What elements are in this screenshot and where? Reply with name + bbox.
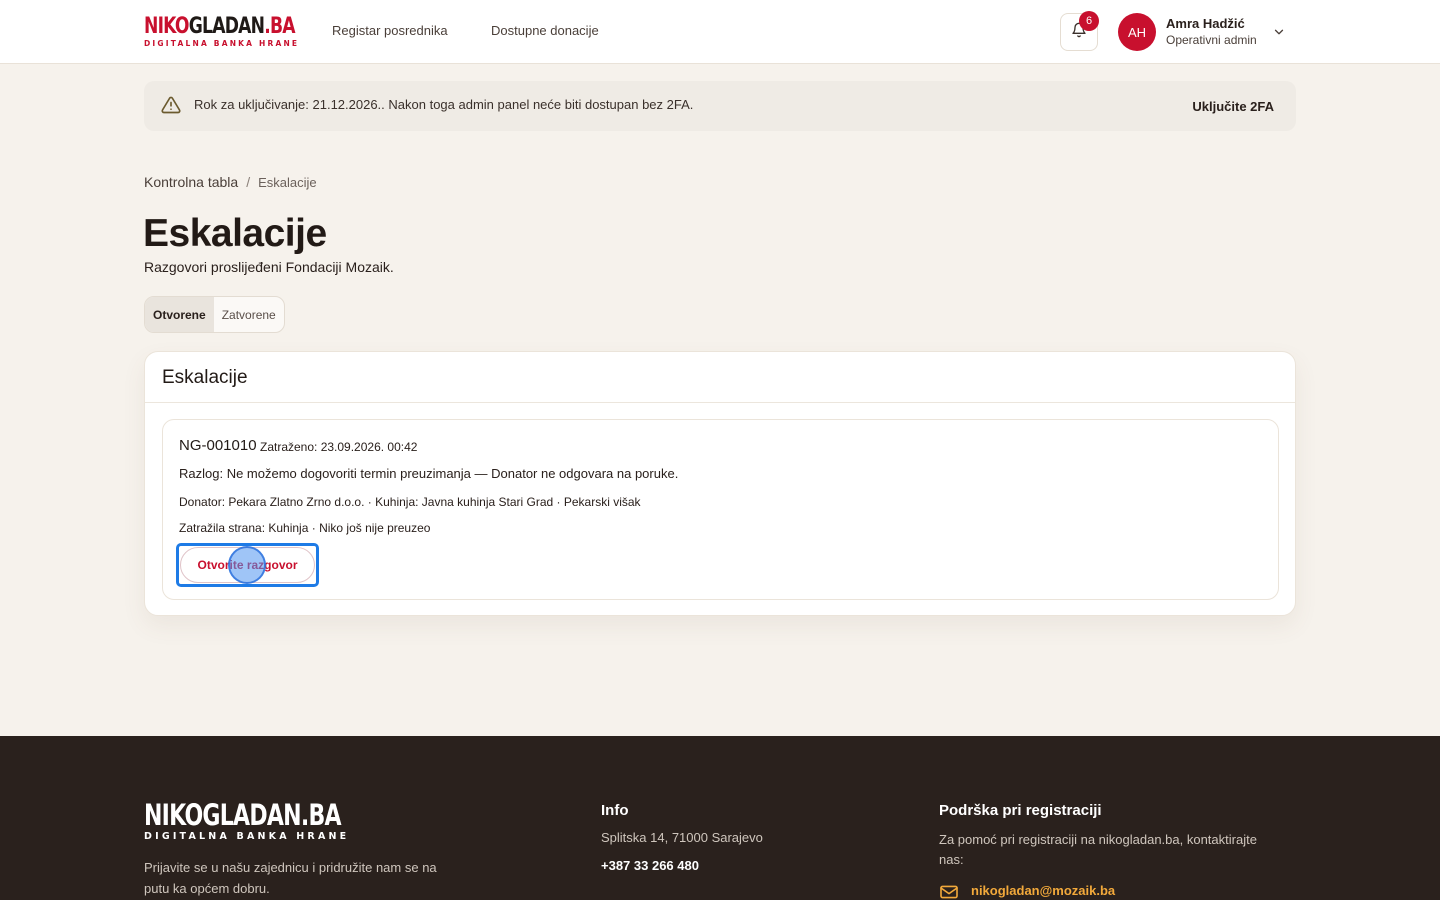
breadcrumb-separator: / — [246, 174, 251, 190]
page-subtitle: Razgovori proslijeđeni Fondaciji Mozaik. — [144, 259, 394, 275]
warning-icon — [161, 95, 181, 120]
footer-support-text: Za pomoć pri registraciji na nikogladan.… — [939, 832, 1257, 867]
avatar[interactable]: AH — [1118, 13, 1156, 51]
footer-phone[interactable]: +387 33 266 480 — [601, 858, 699, 873]
alert-message: Rok za uključivanje: 21.12.2026.. Nakon … — [194, 97, 694, 112]
logo-tagline: DIGITALNA BANKA HRANE — [144, 39, 300, 48]
breadcrumb-current: Eskalacije — [258, 175, 317, 190]
escalation-item: NG-001010 Zatraženo: 23.09.2026. 00:42 R… — [162, 419, 1279, 600]
footer-description: Prijavite se u našu zajednicu i pridruži… — [144, 860, 437, 896]
nav-link-registar-posrednika[interactable]: Registar posrednika — [332, 23, 448, 38]
breadcrumb-dashboard-link[interactable]: Kontrolna tabla — [144, 174, 238, 190]
escalation-donor-kitchen: Donator: Pekara Zlatno Zrno d.o.o. · Kuh… — [179, 495, 641, 509]
escalation-reason: Razlog: Ne možemo dogovoriti termin preu… — [179, 466, 679, 481]
escalations-card: Eskalacije NG-001010 Zatraženo: 23.09.20… — [144, 351, 1296, 616]
notification-count-badge: 6 — [1079, 11, 1099, 31]
breadcrumb: Kontrolna tabla / Eskalacije — [144, 174, 317, 190]
escalation-requesting-party: Zatražila strana: Kuhinja · Niko još nij… — [179, 521, 431, 535]
footer-logo[interactable]: NIKOGLADAN.BA DIGITALNA BANKA HRANE — [144, 800, 403, 842]
notifications-button[interactable]: 6 — [1060, 11, 1099, 51]
tab-zatvorene[interactable]: Zatvorene — [214, 297, 284, 332]
card-title: Eskalacije — [162, 367, 248, 388]
user-role: Operativni admin — [1166, 33, 1257, 47]
footer-logo-tagline: DIGITALNA BANKA HRANE — [144, 831, 350, 842]
status-tabs: Otvorene Zatvorene — [144, 296, 285, 333]
footer-support-heading: Podrška pri registraciji — [939, 802, 1102, 819]
twofa-deadline-alert: Rok za uključivanje: 21.12.2026.. Nakon … — [144, 81, 1296, 131]
footer-address: Splitska 14, 71000 Sarajevo — [601, 830, 763, 845]
enable-2fa-link[interactable]: Uključite 2FA — [1192, 99, 1274, 114]
footer-logo-wordmark: NIKOGLADAN.BA — [144, 798, 342, 832]
top-header: NIKOGLADAN.BA DIGITALNA BANKA HRANE Regi… — [0, 0, 1440, 64]
page-title: Eskalacije — [143, 212, 327, 255]
site-logo[interactable]: NIKOGLADAN.BA DIGITALNA BANKA HRANE — [144, 14, 337, 49]
footer-email-link[interactable]: nikogladan@mozaik.ba — [971, 883, 1115, 898]
mail-icon — [939, 884, 959, 900]
tab-otvorene[interactable]: Otvorene — [145, 297, 214, 332]
open-conversation-button[interactable]: Otvorite razgovor — [180, 547, 315, 583]
divider — [145, 402, 1295, 403]
user-name: Amra Hadžić — [1166, 16, 1245, 31]
footer-info-heading: Info — [601, 802, 629, 819]
nav-link-dostupne-donacije[interactable]: Dostupne donacije — [491, 23, 599, 38]
site-footer: NIKOGLADAN.BA DIGITALNA BANKA HRANE Prij… — [0, 736, 1440, 900]
escalation-requested-date: Zatraženo: 23.09.2026. 00:42 — [260, 440, 418, 454]
escalation-id: NG-001010 — [179, 437, 257, 454]
logo-wordmark: NIKOGLADAN.BA — [144, 14, 296, 39]
chevron-down-icon[interactable] — [1272, 25, 1286, 44]
